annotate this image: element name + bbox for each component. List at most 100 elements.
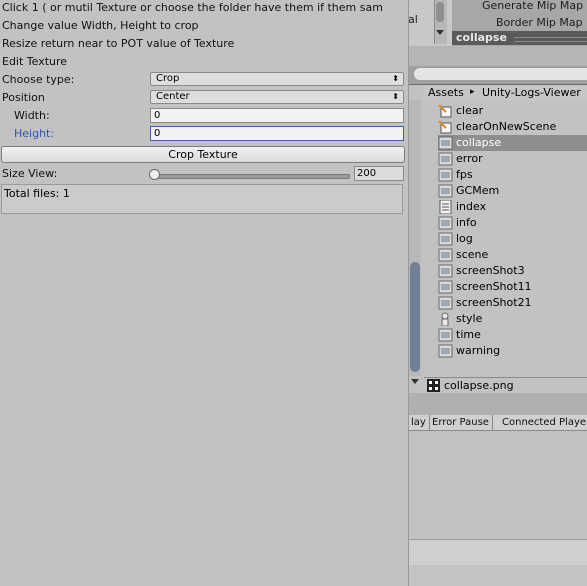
info-line: Change value Width, Height to crop [2, 19, 199, 32]
asset-item-label: fps [456, 168, 473, 181]
asset-item[interactable]: fps [438, 167, 587, 183]
asset-item-label: error [456, 152, 483, 165]
asset-item[interactable]: index [438, 199, 587, 215]
texture-icon [438, 296, 453, 310]
texture-icon [438, 232, 453, 246]
asset-item-label: clear [456, 104, 484, 117]
asset-item-label: time [456, 328, 481, 341]
position-label: Position [2, 91, 45, 104]
project-scroll-thumb[interactable] [410, 262, 420, 372]
dropdown-arrows-icon: ⬍ [392, 92, 399, 101]
asset-item[interactable]: screenShot3 [438, 263, 587, 279]
script-icon [438, 104, 453, 118]
asset-item[interactable]: GCMem [438, 183, 587, 199]
console-tab-error-pause[interactable]: Error Pause [429, 415, 493, 430]
console-detail-area [408, 539, 587, 566]
asset-item-label: screenShot11 [456, 280, 532, 293]
breadcrumb: Assets ▸ Unity-Logs-Viewer [424, 85, 587, 101]
asset-item[interactable]: clear [438, 103, 587, 119]
position-dropdown[interactable]: Center ⬍ [150, 90, 404, 104]
crop-texture-button[interactable]: Crop Texture [1, 146, 405, 163]
asset-item[interactable]: info [438, 215, 587, 231]
asset-item[interactable]: log [438, 231, 587, 247]
position-value: Center [156, 91, 190, 102]
asset-preview-header[interactable]: collapse [452, 31, 587, 45]
console-tab-connected-player[interactable]: Connected Playe [499, 415, 587, 430]
choose-type-dropdown[interactable]: Crop ⬍ [150, 72, 404, 86]
width-input[interactable]: 0 [150, 108, 404, 123]
panel-separator [408, 393, 587, 415]
asset-item[interactable]: screenShot21 [438, 295, 587, 311]
section-title: Edit Texture [2, 55, 68, 68]
asset-item-label: screenShot21 [456, 296, 532, 309]
asset-item-label: style [456, 312, 483, 325]
asset-item[interactable]: screenShot11 [438, 279, 587, 295]
height-input[interactable]: 0 [150, 126, 404, 141]
console-tab-play[interactable]: lay [408, 415, 430, 430]
console-toolbar: lay Error Pause Connected Playe [408, 415, 587, 431]
asset-item[interactable]: error [438, 151, 587, 167]
status-area [408, 565, 587, 586]
asset-item-label: info [456, 216, 477, 229]
asset-item-label: warning [456, 344, 501, 357]
size-view-value: 200 [357, 168, 377, 179]
choose-type-value: Crop [156, 73, 180, 84]
border-mip-maps-label: Border Mip Map [496, 16, 583, 29]
asset-item[interactable]: time [438, 327, 587, 343]
size-view-label: Size View: [2, 167, 58, 180]
info-line: Resize return near to POT value of Textu… [2, 37, 235, 50]
inspector-scroll-thumb[interactable] [436, 2, 444, 22]
texture-icon [438, 184, 453, 198]
texture-icon [438, 280, 453, 294]
preview-drag-handle-icon[interactable] [514, 37, 587, 42]
asset-item-label: clearOnNewScene [456, 120, 557, 133]
texture-icon [438, 152, 453, 166]
selected-file-bar: collapse.png [424, 377, 587, 394]
size-view-slider-thumb[interactable] [149, 169, 160, 180]
width-label: Width: [14, 109, 50, 122]
total-files-text: Total files: 1 [4, 187, 70, 200]
texture-icon [438, 216, 453, 230]
texture-icon [438, 168, 453, 182]
asset-item[interactable]: collapse [438, 135, 587, 151]
edit-texture-window: Click 1 ( or mutil Texture or choose the… [0, 0, 409, 586]
gui-skin-icon [438, 312, 453, 327]
texture-icon [438, 328, 453, 342]
height-label: Height: [14, 127, 55, 140]
texture-icon [438, 136, 453, 150]
dropdown-arrows-icon: ⬍ [392, 74, 399, 83]
asset-item[interactable]: warning [438, 343, 587, 359]
selected-file-name: collapse.png [444, 379, 514, 392]
script-icon [438, 120, 453, 134]
asset-item-label: collapse [456, 136, 502, 149]
asset-item-label: screenShot3 [456, 264, 525, 277]
texture-icon [438, 248, 453, 262]
asset-item-label: log [456, 232, 473, 245]
project-toolbar [408, 66, 587, 84]
inspector-partial-label: al [408, 13, 418, 26]
breadcrumb-assets[interactable]: Assets [428, 86, 464, 99]
texture-icon [427, 379, 440, 392]
width-value: 0 [154, 110, 161, 121]
asset-item[interactable]: scene [438, 247, 587, 263]
project-scroll-down-icon[interactable] [411, 379, 419, 384]
breadcrumb-folder[interactable]: Unity-Logs-Viewer [482, 86, 581, 99]
size-view-input[interactable]: 200 [354, 166, 404, 181]
texture-icon [438, 344, 453, 358]
asset-item-label: GCMem [456, 184, 500, 197]
asset-item-label: index [456, 200, 487, 213]
inspector-scroll-down-icon[interactable] [436, 30, 444, 35]
asset-preview-title: collapse [456, 31, 507, 44]
asset-item-label: scene [456, 248, 489, 261]
info-line: Click 1 ( or mutil Texture or choose the… [2, 1, 383, 14]
document-icon [438, 199, 453, 215]
generate-mip-maps-label: Generate Mip Map [482, 0, 584, 12]
breadcrumb-separator-icon: ▸ [470, 87, 475, 97]
panel-separator [408, 46, 587, 66]
size-view-slider[interactable] [154, 174, 350, 179]
asset-item[interactable]: clearOnNewScene [438, 119, 587, 135]
texture-icon [438, 264, 453, 278]
console-log-area [408, 431, 587, 539]
asset-item[interactable]: style [438, 311, 587, 327]
project-search-input[interactable] [414, 68, 587, 80]
